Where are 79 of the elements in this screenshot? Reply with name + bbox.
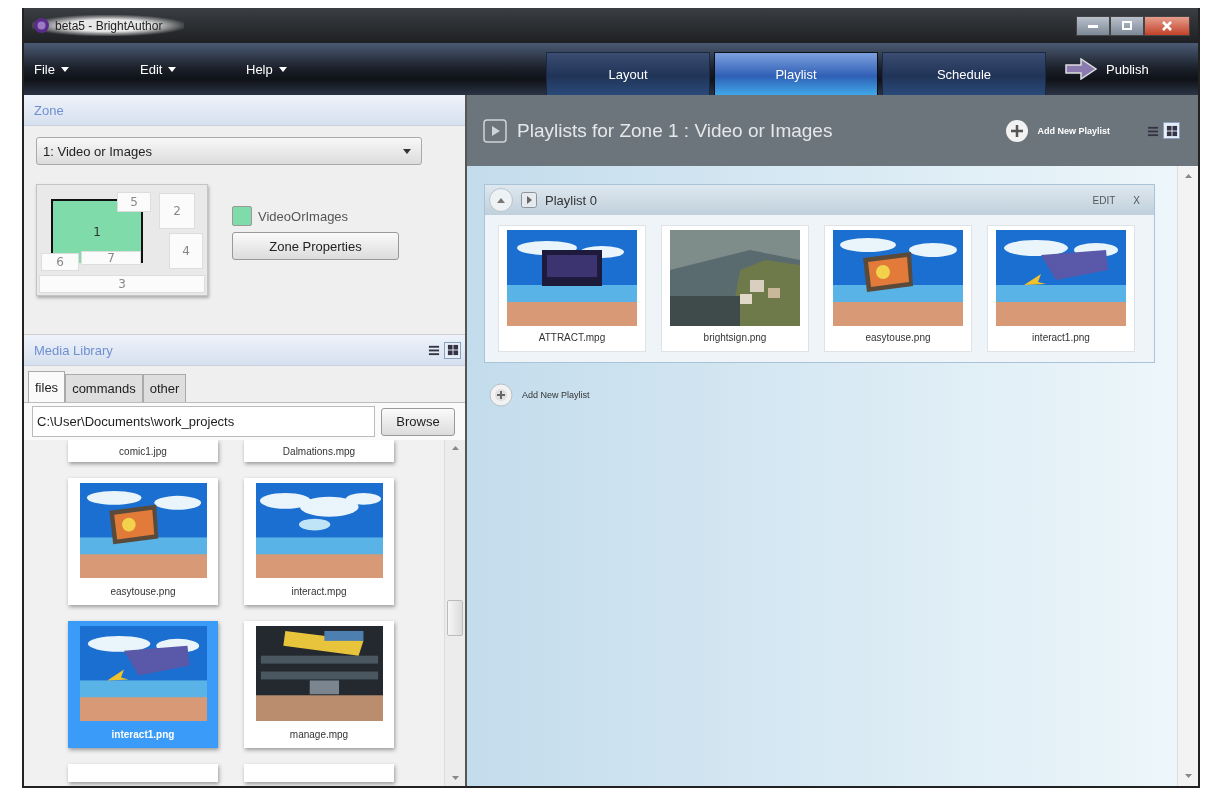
playlist-item[interactable]: easytouse.png (824, 225, 972, 352)
playlist-item[interactable]: brightsign.png (661, 225, 809, 352)
add-playlist-button[interactable]: Add New Playlist (484, 383, 590, 407)
grid-view-button[interactable] (1163, 122, 1180, 139)
grid-view-button[interactable] (444, 341, 461, 359)
minimize-icon (1088, 23, 1098, 28)
maximize-button[interactable] (1110, 15, 1144, 36)
tab[interactable]: commands (65, 374, 143, 402)
playlist-name: Playlist 0 (545, 192, 599, 208)
menu-item[interactable]: Edit (140, 61, 246, 77)
menu-item[interactable]: Help (246, 61, 352, 77)
file-name: comic1.jpg (119, 445, 167, 457)
grid-icon (446, 344, 459, 356)
path-field[interactable]: C:\User\Documents\work_projects (32, 406, 375, 437)
tab[interactable]: Playlist (714, 52, 878, 95)
close-icon (1162, 20, 1172, 31)
file-card[interactable]: interact.mpg (244, 478, 394, 605)
caret-icon (278, 66, 287, 72)
file-name: interact1.png (111, 729, 175, 740)
zone-block[interactable]: 4 (169, 233, 203, 269)
file-name: manage.mpg (289, 729, 349, 740)
menu-item[interactable]: File (34, 61, 140, 77)
playlist-item[interactable]: ATTRACT.mpg (498, 225, 646, 352)
edit-link[interactable]: EDIT (1082, 194, 1116, 206)
file-name: ATTRACT.mpg (538, 332, 606, 343)
close-button[interactable] (1144, 15, 1190, 36)
zone-type-label: VideoOrImages (258, 208, 349, 224)
grid-icon (1165, 124, 1178, 137)
window-title: beta5 - BrightAuthor (55, 18, 163, 33)
zone-properties-button[interactable]: Zone Properties (232, 232, 399, 260)
tab[interactable]: Schedule (882, 52, 1046, 95)
scroll-down-icon[interactable] (451, 776, 459, 780)
plus-icon (489, 383, 513, 407)
file-name: easytouse.png (110, 586, 176, 597)
caret-icon (497, 197, 505, 203)
zone-dropdown[interactable]: 1: Video or Images (36, 137, 422, 165)
panel-title: Media Library (34, 342, 113, 358)
tab[interactable]: files (28, 371, 66, 402)
close-link[interactable]: X (1123, 194, 1140, 206)
file-name: interact.mpg (291, 586, 347, 597)
file-card[interactable]: comic1.jpg (68, 440, 218, 462)
play-icon (521, 192, 537, 208)
panel-title: Zone (34, 102, 64, 118)
list-icon (1146, 124, 1159, 137)
maximize-icon (1122, 21, 1132, 30)
browse-button[interactable]: Browse (381, 407, 455, 436)
scroll-up-icon[interactable] (1184, 174, 1192, 178)
caret-icon (403, 148, 411, 154)
dropdown-value: 1: Video or Images (43, 143, 152, 159)
scroll-up-icon[interactable] (451, 446, 459, 450)
collapse-button[interactable] (489, 188, 513, 212)
file-card[interactable]: easytouse.png (68, 478, 218, 605)
publish-button[interactable]: Publish (1064, 43, 1149, 95)
playlist-item[interactable]: interact1.png (987, 225, 1135, 352)
zone-block[interactable]: 5 (117, 192, 151, 212)
zone-block[interactable]: 3 (39, 275, 205, 293)
file-name: interact1.png (1032, 332, 1090, 343)
file-card[interactable]: manage.mpg (244, 621, 394, 748)
play-icon (483, 118, 507, 143)
list-icon (427, 344, 440, 356)
scroll-down-icon[interactable] (1184, 774, 1192, 778)
file-name: brightsign.png (703, 332, 767, 343)
panel-title: Playlists for Zone 1 : Video or Images (517, 119, 834, 142)
caret-icon (168, 66, 177, 72)
scroll-thumb[interactable] (447, 600, 463, 636)
minimize-button[interactable] (1076, 15, 1110, 36)
file-card[interactable]: Dalmations.mpg (244, 440, 394, 462)
arrow-icon (1064, 58, 1098, 80)
tab[interactable]: Layout (546, 52, 710, 95)
zone-block[interactable]: 6 (41, 253, 79, 271)
tab[interactable]: other (142, 374, 187, 402)
plus-icon (1005, 118, 1030, 143)
zone-block[interactable]: 7 (81, 251, 141, 265)
app-icon (34, 18, 49, 33)
caret-icon (60, 66, 69, 72)
file-name: Dalmations.mpg (282, 445, 356, 457)
file-name: easytouse.png (865, 332, 931, 343)
add-playlist-button[interactable]: Add New Playlist (1005, 118, 1110, 143)
zone-block[interactable]: 2 (159, 193, 195, 229)
